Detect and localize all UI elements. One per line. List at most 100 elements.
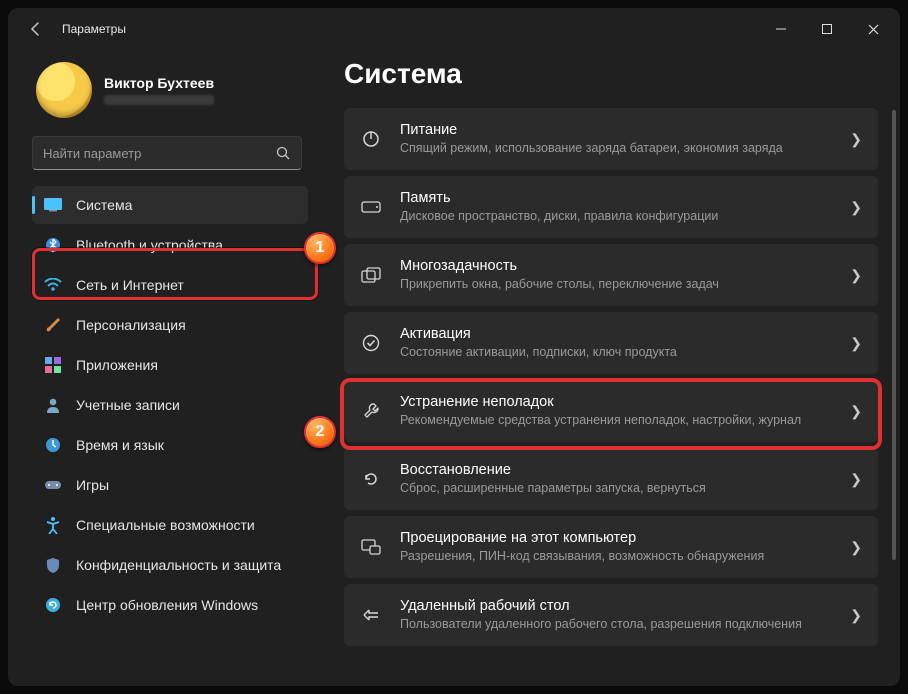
card-text: Удаленный рабочий стол Пользователи удал… <box>400 598 832 632</box>
check-circle-icon <box>360 332 382 354</box>
back-button[interactable] <box>24 17 48 41</box>
card-title: Удаленный рабочий стол <box>400 598 832 614</box>
sidebar-item-accounts[interactable]: Учетные записи <box>32 386 308 424</box>
profile-email-blurred <box>104 95 214 105</box>
sidebar-item-network[interactable]: Сеть и Интернет <box>32 266 308 304</box>
window-controls <box>758 13 896 45</box>
card-text: Активация Состояние активации, подписки,… <box>400 326 832 360</box>
chevron-right-icon: ❯ <box>850 471 862 488</box>
profile-block[interactable]: Виктор Бухтеев <box>32 58 308 130</box>
bluetooth-icon <box>44 236 62 254</box>
multitask-icon <box>360 264 382 286</box>
sidebar-item-label: Конфиденциальность и защита <box>76 557 281 573</box>
settings-window: Параметры Виктор Бухтеев <box>8 8 900 686</box>
card-multitasking[interactable]: Многозадачность Прикрепить окна, рабочие… <box>344 244 878 306</box>
update-icon <box>44 596 62 614</box>
card-storage[interactable]: Память Дисковое пространство, диски, пра… <box>344 176 878 238</box>
chevron-right-icon: ❯ <box>850 607 862 624</box>
chevron-right-icon: ❯ <box>850 199 862 216</box>
sidebar-item-label: Персонализация <box>76 317 186 333</box>
profile-name: Виктор Бухтеев <box>104 75 214 91</box>
accessibility-icon <box>44 516 62 534</box>
chevron-right-icon: ❯ <box>850 403 862 420</box>
search-box[interactable] <box>32 136 302 170</box>
maximize-button[interactable] <box>804 13 850 45</box>
card-recovery[interactable]: Восстановление Сброс, расширенные параме… <box>344 448 878 510</box>
sidebar-item-system[interactable]: Система <box>32 186 308 224</box>
card-text: Многозадачность Прикрепить окна, рабочие… <box>400 258 832 292</box>
card-subtitle: Разрешения, ПИН-код связывания, возможно… <box>400 548 832 564</box>
sidebar-item-bluetooth[interactable]: Bluetooth и устройства <box>32 226 308 264</box>
card-troubleshoot[interactable]: Устранение неполадок Рекомендуемые средс… <box>344 380 878 442</box>
card-subtitle: Прикрепить окна, рабочие столы, переключ… <box>400 276 832 292</box>
sidebar-item-label: Сеть и Интернет <box>76 277 184 293</box>
sidebar-item-label: Приложения <box>76 357 158 373</box>
sidebar-item-label: Время и язык <box>76 437 164 453</box>
sidebar-item-privacy[interactable]: Конфиденциальность и защита <box>32 546 308 584</box>
sidebar-item-label: Учетные записи <box>76 397 180 413</box>
person-icon <box>44 396 62 414</box>
avatar <box>36 62 92 118</box>
card-remote-desktop[interactable]: Удаленный рабочий стол Пользователи удал… <box>344 584 878 646</box>
sidebar-item-label: Bluetooth и устройства <box>76 237 223 253</box>
card-text: Устранение неполадок Рекомендуемые средс… <box>400 394 832 428</box>
content-area: Виктор Бухтеев Система Bluetooth и устро… <box>8 50 900 686</box>
close-button[interactable] <box>850 13 896 45</box>
project-icon <box>360 536 382 558</box>
app-title: Параметры <box>62 22 126 36</box>
chevron-right-icon: ❯ <box>850 267 862 284</box>
card-text: Восстановление Сброс, расширенные параме… <box>400 462 832 496</box>
sidebar-item-accessibility[interactable]: Специальные возможности <box>32 506 308 544</box>
chevron-right-icon: ❯ <box>850 335 862 352</box>
sidebar: Виктор Бухтеев Система Bluetooth и устро… <box>8 50 320 686</box>
shield-icon <box>44 556 62 574</box>
card-power[interactable]: Питание Спящий режим, использование заря… <box>344 108 878 170</box>
sidebar-item-label: Специальные возможности <box>76 517 255 533</box>
settings-list: Питание Спящий режим, использование заря… <box>344 108 878 646</box>
card-title: Устранение неполадок <box>400 394 832 410</box>
scrollbar[interactable] <box>892 110 896 676</box>
power-icon <box>360 128 382 150</box>
profile-text: Виктор Бухтеев <box>104 75 214 105</box>
card-title: Восстановление <box>400 462 832 478</box>
card-subtitle: Пользователи удаленного рабочего стола, … <box>400 616 832 632</box>
sidebar-item-personalization[interactable]: Персонализация <box>32 306 308 344</box>
gamepad-icon <box>44 476 62 494</box>
titlebar: Параметры <box>8 8 900 50</box>
chevron-right-icon: ❯ <box>850 539 862 556</box>
card-title: Активация <box>400 326 832 342</box>
card-subtitle: Спящий режим, использование заряда батар… <box>400 140 832 156</box>
card-subtitle: Сброс, расширенные параметры запуска, ве… <box>400 480 832 496</box>
sidebar-item-gaming[interactable]: Игры <box>32 466 308 504</box>
card-subtitle: Рекомендуемые средства устранения непола… <box>400 412 832 428</box>
card-title: Проецирование на этот компьютер <box>400 530 832 546</box>
sidebar-item-windows-update[interactable]: Центр обновления Windows <box>32 586 308 624</box>
brush-icon <box>44 316 62 334</box>
card-projecting[interactable]: Проецирование на этот компьютер Разрешен… <box>344 516 878 578</box>
chevron-right-icon: ❯ <box>850 131 862 148</box>
card-text: Проецирование на этот компьютер Разрешен… <box>400 530 832 564</box>
minimize-button[interactable] <box>758 13 804 45</box>
sidebar-item-label: Система <box>76 197 132 213</box>
wrench-icon <box>360 400 382 422</box>
remote-icon <box>360 604 382 626</box>
card-text: Питание Спящий режим, использование заря… <box>400 122 832 156</box>
sidebar-item-label: Игры <box>76 477 109 493</box>
sidebar-item-label: Центр обновления Windows <box>76 597 258 613</box>
scrollbar-thumb[interactable] <box>892 110 896 560</box>
search-input[interactable] <box>43 146 276 161</box>
storage-icon <box>360 196 382 218</box>
search-icon <box>276 146 291 161</box>
main-panel: Система Питание Спящий режим, использова… <box>320 50 900 686</box>
card-subtitle: Дисковое пространство, диски, правила ко… <box>400 208 832 224</box>
sidebar-item-apps[interactable]: Приложения <box>32 346 308 384</box>
sidebar-item-time-language[interactable]: Время и язык <box>32 426 308 464</box>
page-title: Система <box>344 58 878 90</box>
card-text: Память Дисковое пространство, диски, пра… <box>400 190 832 224</box>
card-activation[interactable]: Активация Состояние активации, подписки,… <box>344 312 878 374</box>
apps-icon <box>44 356 62 374</box>
card-title: Память <box>400 190 832 206</box>
wifi-icon <box>44 276 62 294</box>
card-title: Питание <box>400 122 832 138</box>
nav-list: Система Bluetooth и устройства Сеть и Ин… <box>32 186 308 624</box>
